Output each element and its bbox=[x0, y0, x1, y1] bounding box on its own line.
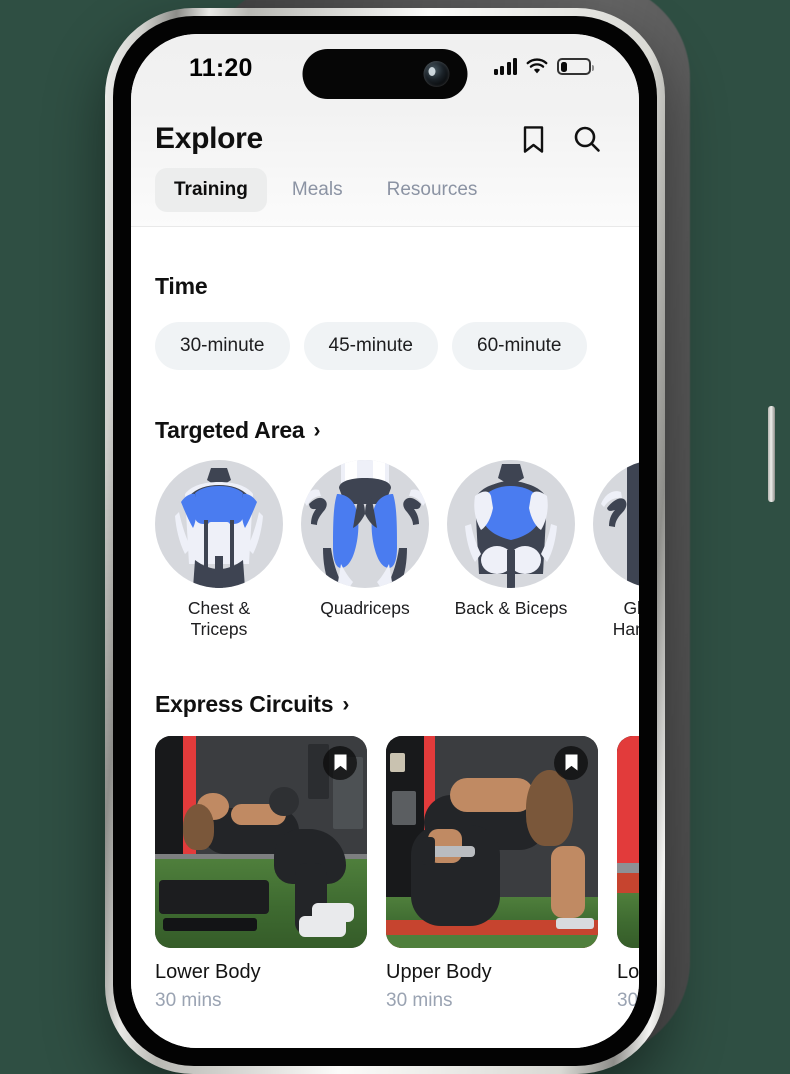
front-camera-icon bbox=[423, 61, 450, 87]
status-indicators bbox=[493, 58, 594, 75]
tab-resources[interactable]: Resources bbox=[368, 168, 497, 212]
workout-card-duration: 30 mins bbox=[617, 989, 639, 1011]
time-section: Time 30-minute 45-minute 60-minute bbox=[131, 227, 639, 370]
bookmark-icon[interactable] bbox=[554, 745, 588, 780]
tab-training[interactable]: Training bbox=[155, 168, 267, 212]
anatomy-back-biceps-icon bbox=[447, 460, 575, 588]
area-item-label: Chest & Triceps bbox=[187, 598, 251, 640]
express-circuits-title: Express Circuits bbox=[155, 690, 334, 717]
wifi-icon bbox=[526, 58, 548, 75]
anatomy-chest-triceps-icon bbox=[155, 460, 283, 588]
targeted-area-section: Targeted Area › Chest & Triceps Quadrice… bbox=[131, 370, 639, 641]
header-row: Explore bbox=[131, 108, 639, 162]
workout-card-title: Upper Body bbox=[386, 960, 492, 983]
time-pill-30[interactable]: 30-minute bbox=[155, 322, 290, 370]
hip-thrust-bench-medicine-ball-photo[interactable] bbox=[155, 735, 367, 948]
express-circuits-list[interactable]: Lower Body 30 mins Upper Body 30 mins Lo… bbox=[131, 735, 639, 1012]
area-item-label: Back & Biceps bbox=[454, 598, 568, 618]
time-filter-pills: 30-minute 45-minute 60-minute bbox=[155, 322, 615, 370]
power-button[interactable] bbox=[768, 406, 775, 502]
time-pill-60[interactable]: 60-minute bbox=[452, 322, 587, 370]
gym-turf-sneaker-photo[interactable] bbox=[617, 735, 639, 948]
express-circuits-section: Express Circuits › Lower Body 30 mins Up… bbox=[131, 641, 639, 1012]
workout-card-title: Lower Body bbox=[155, 960, 261, 983]
workout-card[interactable]: Lower Body 30 mins bbox=[617, 735, 639, 1012]
chevron-right-icon[interactable]: › bbox=[314, 420, 321, 441]
tab-bar: Training Meals Resources bbox=[131, 162, 639, 226]
anatomy-quadriceps-icon bbox=[301, 460, 429, 588]
header-actions bbox=[522, 125, 601, 154]
workout-card[interactable]: Lower Body 30 mins bbox=[155, 735, 367, 1012]
phone-frame: 11:20 Explore Training Meals Resources T… bbox=[105, 8, 775, 1074]
chevron-right-icon[interactable]: › bbox=[342, 694, 349, 715]
area-item-glutes-hamstrings[interactable]: Glutes & Hamstrings bbox=[593, 460, 639, 641]
targeted-area-list[interactable]: Chest & Triceps Quadriceps Back & Biceps… bbox=[131, 460, 639, 641]
time-pill-45[interactable]: 45-minute bbox=[303, 322, 438, 370]
search-icon[interactable] bbox=[573, 125, 601, 153]
area-item-label: Glutes & Hamstrings bbox=[612, 598, 639, 640]
workout-card-duration: 30 mins bbox=[155, 989, 222, 1011]
phone-screen: 11:20 Explore Training Meals Resources T… bbox=[131, 34, 639, 1048]
workout-card-title: Lower Body bbox=[617, 960, 639, 983]
dynamic-island bbox=[302, 49, 468, 99]
app-header: Explore Training Meals Resources bbox=[131, 108, 639, 227]
tab-meals[interactable]: Meals bbox=[273, 168, 362, 212]
area-item-back-biceps[interactable]: Back & Biceps bbox=[447, 460, 575, 641]
bookmark-icon[interactable] bbox=[323, 745, 357, 780]
workout-card-duration: 30 mins bbox=[386, 989, 453, 1011]
area-item-label: Quadriceps bbox=[320, 598, 410, 618]
area-item-quadriceps[interactable]: Quadriceps bbox=[301, 460, 429, 641]
express-circuits-header[interactable]: Express Circuits › bbox=[131, 691, 639, 718]
targeted-area-header[interactable]: Targeted Area › bbox=[131, 417, 639, 444]
status-time: 11:20 bbox=[189, 54, 253, 82]
anatomy-glutes-hamstrings-icon bbox=[593, 460, 639, 588]
page-title: Explore bbox=[155, 122, 263, 155]
targeted-area-title: Targeted Area bbox=[155, 417, 305, 443]
status-bar: 11:20 bbox=[131, 34, 639, 108]
explore-content: Time 30-minute 45-minute 60-minute Targe… bbox=[131, 227, 639, 1048]
battery-icon bbox=[557, 58, 594, 75]
bookmark-icon[interactable] bbox=[522, 125, 545, 154]
time-section-title: Time bbox=[155, 273, 208, 299]
single-arm-dumbbell-row-photo[interactable] bbox=[386, 735, 598, 948]
area-item-chest-triceps[interactable]: Chest & Triceps bbox=[155, 460, 283, 641]
cellular-signal-icon bbox=[493, 58, 517, 75]
workout-card[interactable]: Upper Body 30 mins bbox=[386, 735, 598, 1012]
phone-bezel: 11:20 Explore Training Meals Resources T… bbox=[113, 16, 657, 1066]
